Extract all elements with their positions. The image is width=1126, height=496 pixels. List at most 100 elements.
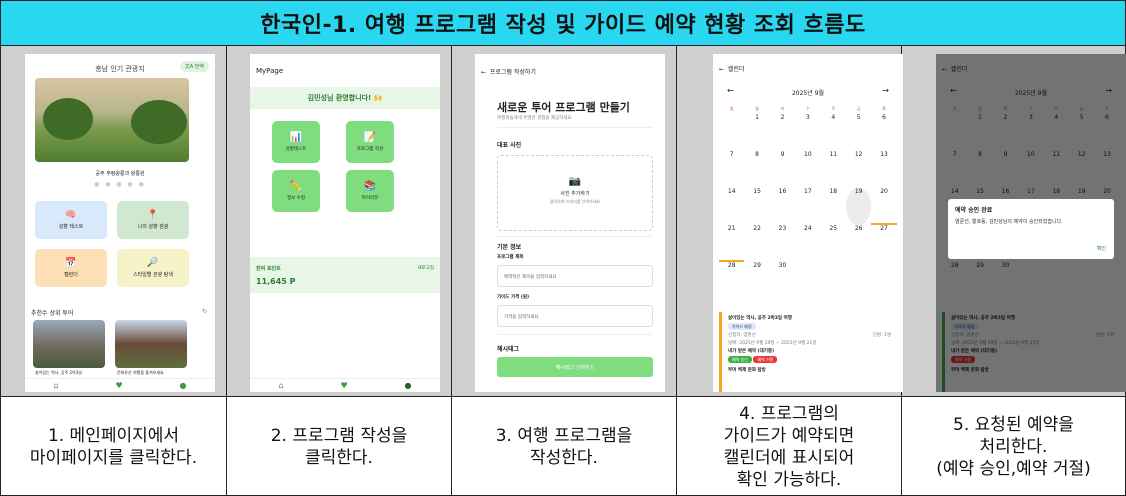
day-cell[interactable]: 2 <box>770 114 795 151</box>
day-cell[interactable]: 30 <box>770 262 795 299</box>
day-cell[interactable]: 16 <box>770 188 795 225</box>
day-cell[interactable]: 17 <box>795 188 820 225</box>
carousel-dots[interactable]: ● ● ● ● ● <box>25 181 215 188</box>
price-input[interactable]: 가격을 입력하세요 <box>497 305 653 327</box>
calendar-grid: 일 월 화 수 목 금 토 123456 7 8 9 10 11 12 13 14 15 16 1… <box>719 106 897 299</box>
price-label: 가이드 가격 (원) <box>497 295 530 300</box>
hashtag-select-button[interactable]: 해시태그 선택하기 <box>497 357 653 377</box>
day-cell[interactable]: 11 <box>821 151 846 188</box>
points-label: 잔여 포인트 <box>256 266 281 272</box>
photo-add-text: 사진 추가하기 <box>560 191 590 197</box>
day-cell[interactable]: 27 <box>871 225 896 262</box>
pin-icon: 📍 <box>147 210 159 220</box>
day-cell[interactable] <box>719 114 744 151</box>
day-cell[interactable]: 26 <box>846 225 871 262</box>
chart-icon: 📊 <box>289 132 303 143</box>
refresh-icon[interactable]: ↻ <box>202 308 207 315</box>
calendar-title: ← 캘린더 <box>719 64 744 73</box>
personality-test-button[interactable]: 📊 성향테스트 <box>272 121 320 163</box>
back-arrow-icon[interactable]: ← <box>719 66 724 73</box>
program-subheading: 여행객들에게 특별한 경험을 제공하세요 <box>497 116 572 121</box>
screen-calendar: ← 캘린더 ← 2025년 9월 → 일 월 화 수 목 금 토 123456 … <box>713 54 903 392</box>
my-review-button[interactable]: 📚 마이리뷰 <box>346 170 394 212</box>
approve-button[interactable]: 예약 승인 <box>728 356 752 363</box>
tile-calendar[interactable]: 📅 캘린더 <box>35 249 107 287</box>
hashtag-label: 해시태그 <box>497 346 520 353</box>
tile-style-explore[interactable]: 🔎 스타일별 관광 탐색 <box>117 249 189 287</box>
points-refresh[interactable]: 새로고침 <box>417 265 434 271</box>
screen-program-write: ← 프로그램 작성하기 새로운 투어 프로그램 만들기 여행객들에게 특별한 경… <box>475 54 665 392</box>
back-arrow-icon[interactable]: ← <box>481 69 486 76</box>
day-cell-booked[interactable]: 21 <box>719 225 745 262</box>
bottom-tab-bar: ⌂ ♥ ● <box>25 378 215 392</box>
day-cell[interactable]: 1 <box>744 114 769 151</box>
edit-info-button[interactable]: ✏️ 정보 수정 <box>272 170 320 212</box>
tile-label: 스타일별 관광 탐색 <box>133 272 173 278</box>
reject-button[interactable]: 예약 거절 <box>753 356 778 363</box>
next-month-icon[interactable]: → <box>882 86 889 95</box>
day-cell-booked[interactable]: 19 <box>845 188 872 225</box>
dialog-confirm-button[interactable]: 확인 <box>1097 245 1106 252</box>
day-cell[interactable]: 28 <box>719 262 744 299</box>
step-caption-5: 5. 요청된 예약을 처리한다. (예약 승인,예약 거절) <box>936 415 1091 479</box>
translate-button[interactable]: 文A 번역 <box>179 61 209 72</box>
day-cell[interactable]: 3 <box>795 114 820 151</box>
tour-thumbnail[interactable] <box>115 320 187 368</box>
tile-label: 성향 테스트 <box>58 224 84 230</box>
tile-personality-test[interactable]: 🧠 성향 테스트 <box>35 201 107 239</box>
photo-drop-zone[interactable]: 📷 사진 추가하기 클릭하여 이미지를 선택하세요 <box>497 155 653 231</box>
reservation-card[interactable]: 살아있는 역사, 공주 2박3일 여행 가이드 매칭 신청자: 염준선 인원: 1… <box>719 312 897 392</box>
day-cell[interactable]: 23 <box>770 225 795 262</box>
mypage-title: MyPage <box>256 67 284 75</box>
day-cell[interactable]: 4 <box>821 114 846 151</box>
user-icon[interactable]: ● <box>180 381 187 390</box>
day-cell[interactable] <box>821 262 846 299</box>
featured-photo[interactable] <box>35 78 189 162</box>
day-cell[interactable] <box>871 262 896 299</box>
user-icon[interactable]: ● <box>405 381 412 390</box>
tour-caption: 살아있는 역사, 공주 2박3일 <box>35 370 82 375</box>
day-cell-booked[interactable]: 20 <box>871 188 897 225</box>
tile-my-tour[interactable]: 📍 나의 성향 관광 <box>117 201 189 239</box>
program-write-button[interactable]: 📝 프로그램 작성 <box>346 121 394 163</box>
day-cell[interactable]: 15 <box>744 188 769 225</box>
weekday-label: 목 <box>831 106 836 111</box>
day-cell[interactable] <box>846 262 871 299</box>
day-cell[interactable]: 13 <box>871 151 896 188</box>
card-title: 살아있는 역사, 공주 2박3일 여행 <box>728 316 792 321</box>
day-cell[interactable]: 5 <box>846 114 871 151</box>
flow-title: 한국인-1. 여행 프로그램 작성 및 가이드 예약 현황 조회 흐름도 <box>260 13 866 38</box>
button-label: 마이리뷰 <box>361 196 379 201</box>
day-cell[interactable] <box>795 262 820 299</box>
day-cell[interactable]: 22 <box>744 225 769 262</box>
day-cell[interactable]: 29 <box>744 262 769 299</box>
step-caption-2: 2. 프로그램 작성을 클릭한다. <box>270 426 408 468</box>
tour-thumbnail[interactable] <box>33 320 105 368</box>
day-cell[interactable]: 6 <box>871 114 896 151</box>
screen-mypage: MyPage 김민성님 환영합니다! 🙌 📊 성향테스트 📝 프로그램 작성 ✏… <box>250 54 440 392</box>
guide-badge: 가이드 매칭 <box>728 323 756 330</box>
top-title-text: 프로그램 작성하기 <box>489 69 536 76</box>
week-row: 123456 <box>719 114 897 151</box>
divider <box>497 127 653 128</box>
heart-icon[interactable]: ♥ <box>115 381 122 390</box>
card-guide: 신청자: 염준선 <box>728 333 756 338</box>
program-name-input[interactable]: 매력적인 제목을 입력하세요 <box>497 265 653 287</box>
day-cell[interactable]: 10 <box>795 151 820 188</box>
weekday-label: 화 <box>780 106 785 111</box>
day-cell[interactable]: 7 <box>719 151 744 188</box>
month-label[interactable]: 2025년 9월 <box>713 88 903 97</box>
basic-info-label: 기본 정보 <box>497 244 522 251</box>
day-cell[interactable]: 24 <box>795 225 820 262</box>
day-cell[interactable]: 8 <box>744 151 769 188</box>
day-cell[interactable]: 25 <box>821 225 846 262</box>
step-caption-1: 1. 메인페이지에서 마이페이지를 클릭한다. <box>29 426 198 468</box>
day-cell[interactable]: 12 <box>846 151 871 188</box>
day-cell[interactable]: 9 <box>770 151 795 188</box>
heart-icon[interactable]: ♥ <box>340 381 347 390</box>
tile-label: 나의 성향 관광 <box>137 224 169 230</box>
home-icon[interactable]: ⌂ <box>278 381 283 390</box>
day-cell[interactable]: 14 <box>719 188 744 225</box>
day-cell[interactable]: 18 <box>821 188 846 225</box>
home-icon[interactable]: ⌂ <box>53 381 58 390</box>
